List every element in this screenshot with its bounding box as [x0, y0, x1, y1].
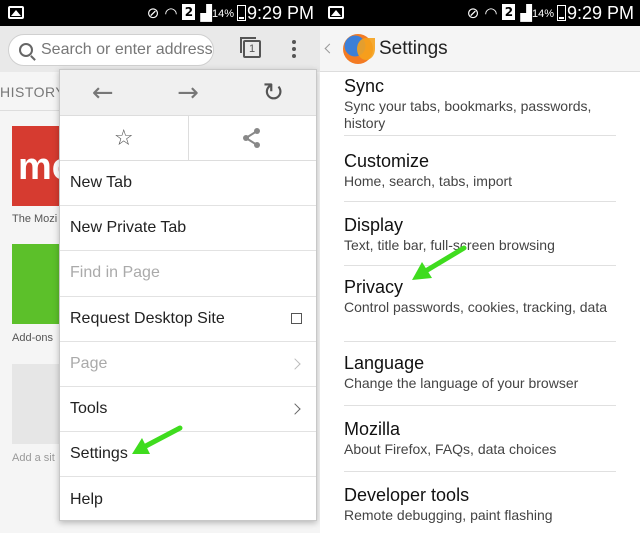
chevron-right-icon	[289, 358, 301, 370]
tile-label: The Mozi	[12, 213, 58, 225]
chevron-right-icon	[289, 403, 301, 415]
settings-item-display[interactable]: Display Text, title bar, full-screen bro…	[344, 202, 616, 266]
green-arrow-annotation	[132, 425, 183, 454]
menu-item-new-private-tab[interactable]: New Private Tab	[60, 206, 316, 252]
menu-item-label: Help	[70, 490, 103, 508]
green-arrow-annotation	[412, 245, 467, 280]
battery-icon	[557, 5, 566, 21]
desktop-site-checkbox[interactable]	[291, 313, 302, 325]
settings-panel: ⊘ ◠ 2 ▟ 14% 9:29 PM Settings Sync Sync y…	[320, 0, 640, 533]
settings-item-title: Developer tools	[344, 485, 470, 505]
firefox-logo-icon	[343, 33, 375, 64]
status-bar: ⊘ ◠ 2 ▟ 14% 9:29 PM	[0, 0, 320, 26]
settings-item-language[interactable]: Language Change the language of your bro…	[344, 342, 616, 406]
settings-item-title: Customize	[344, 151, 430, 171]
browser-panel: ⊘ ◠ 2 ▟ 14% 9:29 PM Search or enter addr…	[0, 0, 320, 533]
image-icon	[328, 6, 344, 19]
settings-item-subtitle: About Firefox, FAQs, data choices	[344, 441, 557, 457]
battery-icon	[237, 5, 246, 21]
page-title: Settings	[379, 37, 448, 59]
menu-nav-row: ← → ↻	[60, 70, 316, 116]
menu-item-label: Settings	[70, 445, 128, 463]
settings-item-title: Language	[344, 353, 425, 373]
share-glyph	[243, 128, 261, 148]
menu-action-row: ☆	[60, 116, 316, 161]
overflow-menu: ← → ↻ ☆ New Tab New Private Tab Find in …	[59, 69, 317, 521]
top-site-tile-addons[interactable]	[12, 244, 62, 324]
settings-item-sync[interactable]: Sync Sync your tabs, bookmarks, password…	[344, 72, 616, 136]
tile-label: Add a sit	[12, 452, 55, 464]
status-icons: ⊘ ◠ 2 ▟	[147, 4, 212, 22]
settings-item-customize[interactable]: Customize Home, search, tabs, import	[344, 136, 616, 202]
battery-percent: 14%	[531, 8, 554, 20]
mute-icon: ⊘	[466, 4, 480, 22]
top-site-tile-empty[interactable]	[12, 364, 62, 444]
signal-icon: ▟	[200, 4, 212, 22]
overflow-menu-icon[interactable]	[292, 40, 298, 60]
settings-item-subtitle: Home, search, tabs, import	[344, 173, 513, 189]
history-tab[interactable]: HISTORY	[0, 84, 65, 100]
reload-icon[interactable]: ↻	[231, 70, 316, 115]
back-chevron-icon[interactable]	[324, 43, 335, 54]
settings-list: Sync Sync your tabs, bookmarks, password…	[320, 72, 640, 533]
settings-item-subtitle: Sync your tabs, bookmarks, passwords, hi…	[344, 98, 592, 131]
settings-item-subtitle: Remote debugging, paint flashing	[344, 507, 553, 523]
settings-item-mozilla[interactable]: Mozilla About Firefox, FAQs, data choice…	[344, 406, 616, 472]
divider	[0, 110, 60, 111]
top-site-tile-mozilla[interactable]: mo	[12, 126, 62, 206]
menu-item-page[interactable]: Page	[60, 342, 316, 387]
url-placeholder: Search or enter address	[41, 41, 213, 58]
status-icons: ⊘ ◠ 2 ▟	[467, 4, 532, 22]
menu-item-new-tab[interactable]: New Tab	[60, 161, 316, 207]
settings-item-title: Mozilla	[344, 419, 401, 439]
settings-item-subtitle: Control passwords, cookies, tracking, da…	[344, 299, 608, 315]
sim-badge: 2	[502, 4, 516, 20]
tabs-counter-button[interactable]: 1	[240, 37, 261, 58]
menu-item-label: New Tab	[70, 174, 132, 192]
menu-item-settings[interactable]: Settings	[60, 432, 316, 478]
forward-arrow-icon[interactable]: →	[145, 70, 230, 115]
settings-item-developer-tools[interactable]: Developer tools Remote debugging, paint …	[344, 472, 616, 533]
menu-item-help[interactable]: Help	[60, 477, 316, 522]
settings-item-title: Display	[344, 215, 404, 235]
wifi-icon: ◠	[484, 4, 498, 22]
settings-item-title: Privacy	[344, 277, 404, 297]
menu-item-request-desktop-site[interactable]: Request Desktop Site	[60, 297, 316, 342]
browser-toolbar: Search or enter address	[0, 26, 320, 72]
image-icon	[8, 6, 24, 19]
menu-item-find-in-page[interactable]: Find in Page	[60, 251, 316, 297]
menu-item-tools[interactable]: Tools	[60, 387, 316, 433]
menu-item-label: Page	[70, 354, 108, 372]
menu-item-label: New Private Tab	[70, 219, 187, 237]
settings-item-privacy[interactable]: Privacy Control passwords, cookies, trac…	[344, 266, 616, 342]
wifi-icon: ◠	[164, 4, 178, 22]
sim-badge: 2	[182, 4, 196, 20]
mute-icon: ⊘	[146, 4, 160, 22]
status-time: 9:29 PM	[566, 3, 634, 23]
settings-item-subtitle: Change the language of your browser	[344, 375, 579, 391]
tile-label: Add-ons	[12, 332, 53, 344]
menu-item-label: Tools	[70, 400, 108, 418]
search-icon	[19, 43, 33, 57]
back-arrow-icon[interactable]: ←	[60, 70, 145, 115]
settings-item-subtitle: Text, title bar, full-screen browsing	[344, 237, 555, 253]
status-bar: ⊘ ◠ 2 ▟ 14% 9:29 PM	[320, 0, 640, 26]
menu-item-label: Request Desktop Site	[70, 309, 225, 327]
share-icon[interactable]	[187, 116, 317, 160]
signal-icon: ▟	[520, 4, 532, 22]
star-icon[interactable]: ☆	[60, 116, 188, 160]
menu-item-label: Find in Page	[70, 264, 160, 282]
battery-percent: 14%	[211, 8, 234, 20]
settings-item-title: Sync	[344, 76, 385, 96]
url-bar[interactable]: Search or enter address	[8, 34, 214, 66]
settings-app-bar: Settings	[320, 26, 640, 72]
status-time: 9:29 PM	[246, 3, 314, 23]
screenshot: ⊘ ◠ 2 ▟ 14% 9:29 PM Search or enter addr…	[0, 0, 640, 533]
